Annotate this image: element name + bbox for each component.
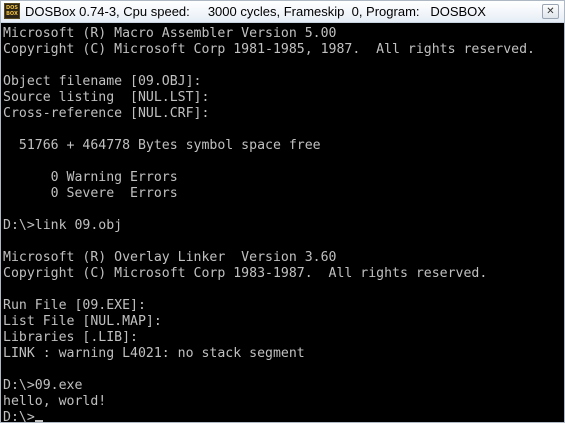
console-output[interactable]: Microsoft (R) Macro Assembler Version 5.… — [1, 23, 564, 422]
console-line: Copyright (C) Microsoft Corp 1981-1985, … — [3, 42, 535, 57]
close-icon: ✕ — [546, 6, 555, 17]
console-line: Run File [09.EXE]: — [3, 298, 146, 313]
console-lines: Microsoft (R) Macro Assembler Version 5.… — [3, 26, 564, 410]
dosbox-window: DOS BOX DOSBox 0.74-3, Cpu speed: 3000 c… — [0, 0, 565, 423]
console-line: hello, world! — [3, 394, 107, 409]
console-line: Source listing [NUL.LST]: — [3, 90, 210, 105]
console-line: List File [NUL.MAP]: — [3, 314, 162, 329]
console-line: 0 Warning Errors — [3, 170, 178, 185]
console-line: Object filename [09.OBJ]: — [3, 74, 202, 89]
window-title: DOSBox 0.74-3, Cpu speed: 3000 cycles, F… — [25, 4, 486, 19]
console-line: 0 Severe Errors — [3, 186, 178, 201]
command-prompt: D:\> — [3, 410, 35, 423]
title-bar[interactable]: DOS BOX DOSBox 0.74-3, Cpu speed: 3000 c… — [1, 1, 564, 23]
text-cursor — [34, 420, 43, 422]
console-line: D:\>link 09.obj — [3, 218, 123, 233]
close-button[interactable]: ✕ — [542, 4, 559, 19]
console-line: Libraries [.LIB]: — [3, 330, 138, 345]
console-line: D:\>09.exe — [3, 378, 83, 393]
dosbox-icon[interactable]: DOS BOX — [4, 3, 20, 19]
console-line: Microsoft (R) Overlay Linker Version 3.6… — [3, 250, 337, 265]
console-line: Cross-reference [NUL.CRF]: — [3, 106, 210, 121]
prompt-line[interactable]: D:\> — [3, 410, 564, 423]
console-line: 51766 + 464778 Bytes symbol space free — [3, 138, 321, 153]
console-line: Microsoft (R) Macro Assembler Version 5.… — [3, 26, 337, 41]
icon-label-bottom: BOX — [6, 11, 18, 17]
console-line: Copyright (C) Microsoft Corp 1983-1987. … — [3, 266, 488, 281]
console-line: LINK : warning L4021: no stack segment — [3, 346, 305, 361]
